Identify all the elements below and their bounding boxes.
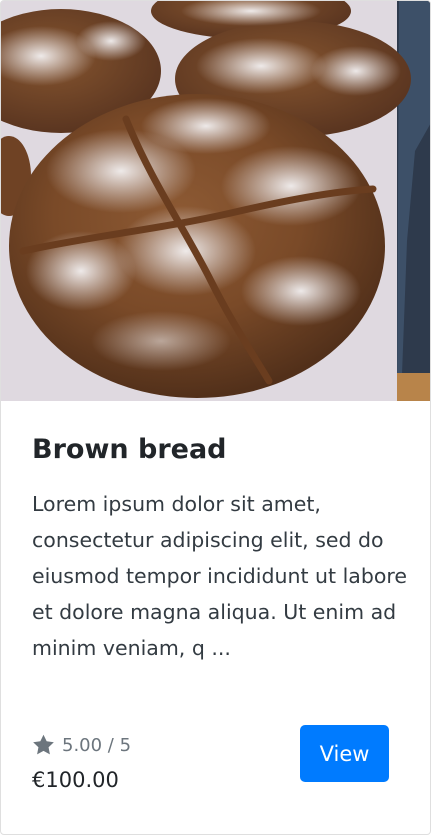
star-icon <box>33 734 54 755</box>
view-button[interactable]: View <box>300 725 389 782</box>
rating-text: 5.00 / 5 <box>62 734 132 756</box>
product-image <box>1 1 430 401</box>
product-title: Brown bread <box>32 434 227 465</box>
product-description: Lorem ipsum dolor sit amet, consectetur … <box>32 492 408 660</box>
product-card: Brown bread Lorem ipsum dolor sit amet, … <box>0 0 431 835</box>
product-rating: 5.00 / 5 <box>32 731 131 759</box>
product-price: €100.00 <box>32 768 119 792</box>
